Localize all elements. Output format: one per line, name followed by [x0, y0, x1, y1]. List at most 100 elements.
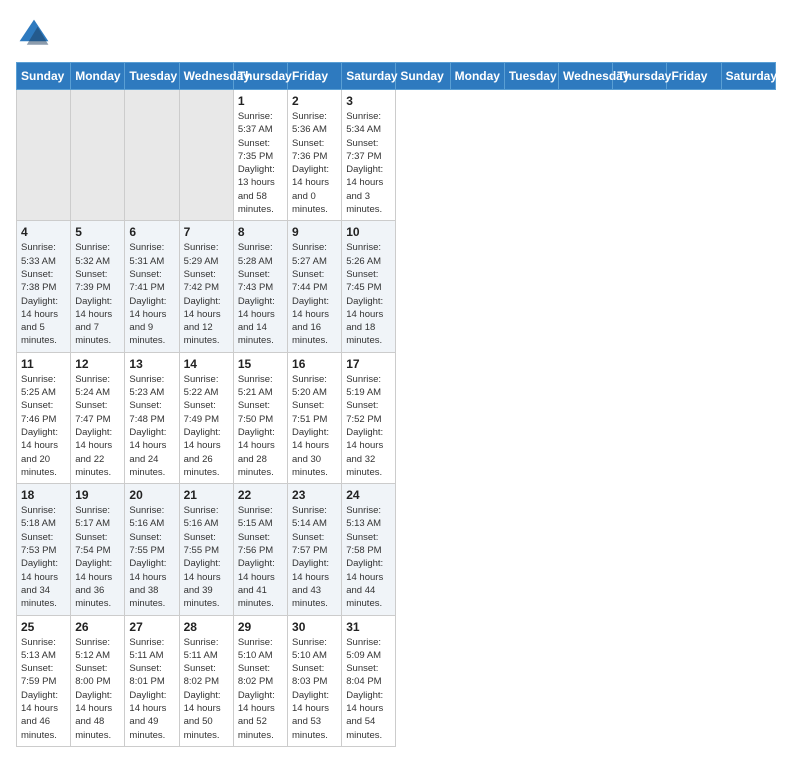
day-info: Sunrise: 5:22 AM Sunset: 7:49 PM Dayligh… — [184, 373, 229, 479]
day-number: 18 — [21, 488, 66, 502]
calendar-cell: 17Sunrise: 5:19 AM Sunset: 7:52 PM Dayli… — [342, 352, 396, 483]
column-header-sunday: Sunday — [17, 63, 71, 90]
day-number: 20 — [129, 488, 174, 502]
day-number: 5 — [75, 225, 120, 239]
column-header-tuesday: Tuesday — [504, 63, 558, 90]
day-number: 28 — [184, 620, 229, 634]
day-info: Sunrise: 5:24 AM Sunset: 7:47 PM Dayligh… — [75, 373, 120, 479]
day-info: Sunrise: 5:09 AM Sunset: 8:04 PM Dayligh… — [346, 636, 391, 742]
day-info: Sunrise: 5:20 AM Sunset: 7:51 PM Dayligh… — [292, 373, 337, 479]
day-info: Sunrise: 5:11 AM Sunset: 8:02 PM Dayligh… — [184, 636, 229, 742]
calendar-cell: 15Sunrise: 5:21 AM Sunset: 7:50 PM Dayli… — [233, 352, 287, 483]
calendar-cell: 13 Sunrise: 5:23 AM Sunset: 7:48 PM Dayli… — [125, 352, 179, 483]
day-info: Sunrise: 5:12 AM Sunset: 8:00 PM Dayligh… — [75, 636, 120, 742]
day-info: Sunrise: 5:31 AM Sunset: 7:41 PM Dayligh… — [129, 241, 174, 347]
day-number: 27 — [129, 620, 174, 634]
day-info: Sunrise: 5:28 AM Sunset: 7:43 PM Dayligh… — [238, 241, 283, 347]
calendar-cell: 24Sunrise: 5:13 AM Sunset: 7:58 PM Dayli… — [342, 484, 396, 615]
calendar-cell — [71, 90, 125, 221]
calendar-cell: 23Sunrise: 5:14 AM Sunset: 7:57 PM Dayli… — [288, 484, 342, 615]
calendar-cell: 18 Sunrise: 5:18 AM Sunset: 7:53 PM Dayli… — [17, 484, 71, 615]
calendar-cell: 12 Sunrise: 5:24 AM Sunset: 7:47 PM Dayli… — [71, 352, 125, 483]
day-number: 17 — [346, 357, 391, 371]
calendar-week-row: 25 Sunrise: 5:13 AM Sunset: 7:59 PM Dayli… — [17, 615, 776, 746]
day-number: 22 — [238, 488, 283, 502]
calendar-cell: 25 Sunrise: 5:13 AM Sunset: 7:59 PM Dayli… — [17, 615, 71, 746]
calendar-week-row: 1Sunrise: 5:37 AM Sunset: 7:35 PM Daylig… — [17, 90, 776, 221]
calendar-cell: 31 Sunrise: 5:09 AM Sunset: 8:04 PM Dayli… — [342, 615, 396, 746]
day-number: 12 — [75, 357, 120, 371]
calendar-cell: 1Sunrise: 5:37 AM Sunset: 7:35 PM Daylig… — [233, 90, 287, 221]
day-info: Sunrise: 5:13 AM Sunset: 7:59 PM Dayligh… — [21, 636, 66, 742]
calendar-cell: 10 Sunrise: 5:26 AM Sunset: 7:45 PM Dayli… — [342, 221, 396, 352]
day-info: Sunrise: 5:27 AM Sunset: 7:44 PM Dayligh… — [292, 241, 337, 347]
day-number: 15 — [238, 357, 283, 371]
day-number: 25 — [21, 620, 66, 634]
column-header-wednesday: Wednesday — [559, 63, 613, 90]
day-number: 19 — [75, 488, 120, 502]
calendar-cell: 20Sunrise: 5:16 AM Sunset: 7:55 PM Dayli… — [125, 484, 179, 615]
day-info: Sunrise: 5:37 AM Sunset: 7:35 PM Dayligh… — [238, 110, 283, 216]
day-info: Sunrise: 5:16 AM Sunset: 7:55 PM Dayligh… — [184, 504, 229, 610]
calendar-cell — [17, 90, 71, 221]
day-number: 8 — [238, 225, 283, 239]
column-header-thursday: Thursday — [233, 63, 287, 90]
day-number: 29 — [238, 620, 283, 634]
day-info: Sunrise: 5:34 AM Sunset: 7:37 PM Dayligh… — [346, 110, 391, 216]
calendar-cell: 30Sunrise: 5:10 AM Sunset: 8:03 PM Dayli… — [288, 615, 342, 746]
day-number: 26 — [75, 620, 120, 634]
column-header-saturday: Saturday — [342, 63, 396, 90]
day-number: 4 — [21, 225, 66, 239]
day-number: 31 — [346, 620, 391, 634]
calendar-cell: 27Sunrise: 5:11 AM Sunset: 8:01 PM Dayli… — [125, 615, 179, 746]
day-info: Sunrise: 5:23 AM Sunset: 7:48 PM Dayligh… — [129, 373, 174, 479]
calendar-cell — [179, 90, 233, 221]
calendar-week-row: 18 Sunrise: 5:18 AM Sunset: 7:53 PM Dayli… — [17, 484, 776, 615]
day-info: Sunrise: 5:26 AM Sunset: 7:45 PM Dayligh… — [346, 241, 391, 347]
calendar-cell: 2 Sunrise: 5:36 AM Sunset: 7:36 PM Daylig… — [288, 90, 342, 221]
day-info: Sunrise: 5:36 AM Sunset: 7:36 PM Dayligh… — [292, 110, 337, 216]
calendar-cell: 19 Sunrise: 5:17 AM Sunset: 7:54 PM Dayli… — [71, 484, 125, 615]
day-info: Sunrise: 5:10 AM Sunset: 8:02 PM Dayligh… — [238, 636, 283, 742]
calendar-cell: 16Sunrise: 5:20 AM Sunset: 7:51 PM Dayli… — [288, 352, 342, 483]
calendar-cell: 7Sunrise: 5:29 AM Sunset: 7:42 PM Daylig… — [179, 221, 233, 352]
day-info: Sunrise: 5:25 AM Sunset: 7:46 PM Dayligh… — [21, 373, 66, 479]
day-info: Sunrise: 5:10 AM Sunset: 8:03 PM Dayligh… — [292, 636, 337, 742]
calendar-cell: 4 Sunrise: 5:33 AM Sunset: 7:38 PM Daylig… — [17, 221, 71, 352]
day-info: Sunrise: 5:33 AM Sunset: 7:38 PM Dayligh… — [21, 241, 66, 347]
calendar-cell: 11 Sunrise: 5:25 AM Sunset: 7:46 PM Dayli… — [17, 352, 71, 483]
day-info: Sunrise: 5:15 AM Sunset: 7:56 PM Dayligh… — [238, 504, 283, 610]
logo-icon — [16, 16, 52, 52]
calendar-cell: 28 Sunrise: 5:11 AM Sunset: 8:02 PM Dayli… — [179, 615, 233, 746]
day-number: 9 — [292, 225, 337, 239]
day-number: 7 — [184, 225, 229, 239]
calendar-week-row: 11 Sunrise: 5:25 AM Sunset: 7:46 PM Dayli… — [17, 352, 776, 483]
column-header-sunday: Sunday — [396, 63, 450, 90]
day-info: Sunrise: 5:32 AM Sunset: 7:39 PM Dayligh… — [75, 241, 120, 347]
day-number: 13 — [129, 357, 174, 371]
column-header-friday: Friday — [288, 63, 342, 90]
day-info: Sunrise: 5:17 AM Sunset: 7:54 PM Dayligh… — [75, 504, 120, 610]
calendar-week-row: 4 Sunrise: 5:33 AM Sunset: 7:38 PM Daylig… — [17, 221, 776, 352]
calendar-cell: 8 Sunrise: 5:28 AM Sunset: 7:43 PM Daylig… — [233, 221, 287, 352]
column-header-thursday: Thursday — [613, 63, 667, 90]
day-info: Sunrise: 5:18 AM Sunset: 7:53 PM Dayligh… — [21, 504, 66, 610]
calendar-cell: 26 Sunrise: 5:12 AM Sunset: 8:00 PM Dayli… — [71, 615, 125, 746]
column-header-monday: Monday — [71, 63, 125, 90]
day-number: 2 — [292, 94, 337, 108]
calendar-cell: 6Sunrise: 5:31 AM Sunset: 7:41 PM Daylig… — [125, 221, 179, 352]
calendar-cell — [125, 90, 179, 221]
day-number: 21 — [184, 488, 229, 502]
day-number: 14 — [184, 357, 229, 371]
column-header-wednesday: Wednesday — [179, 63, 233, 90]
calendar-cell: 3Sunrise: 5:34 AM Sunset: 7:37 PM Daylig… — [342, 90, 396, 221]
day-info: Sunrise: 5:13 AM Sunset: 7:58 PM Dayligh… — [346, 504, 391, 610]
day-number: 11 — [21, 357, 66, 371]
calendar-cell: 29 Sunrise: 5:10 AM Sunset: 8:02 PM Dayli… — [233, 615, 287, 746]
column-header-friday: Friday — [667, 63, 721, 90]
column-header-tuesday: Tuesday — [125, 63, 179, 90]
column-header-monday: Monday — [450, 63, 504, 90]
calendar-table: SundayMondayTuesdayWednesdayThursdayFrid… — [16, 62, 776, 747]
day-number: 10 — [346, 225, 391, 239]
calendar-cell: 22 Sunrise: 5:15 AM Sunset: 7:56 PM Dayli… — [233, 484, 287, 615]
